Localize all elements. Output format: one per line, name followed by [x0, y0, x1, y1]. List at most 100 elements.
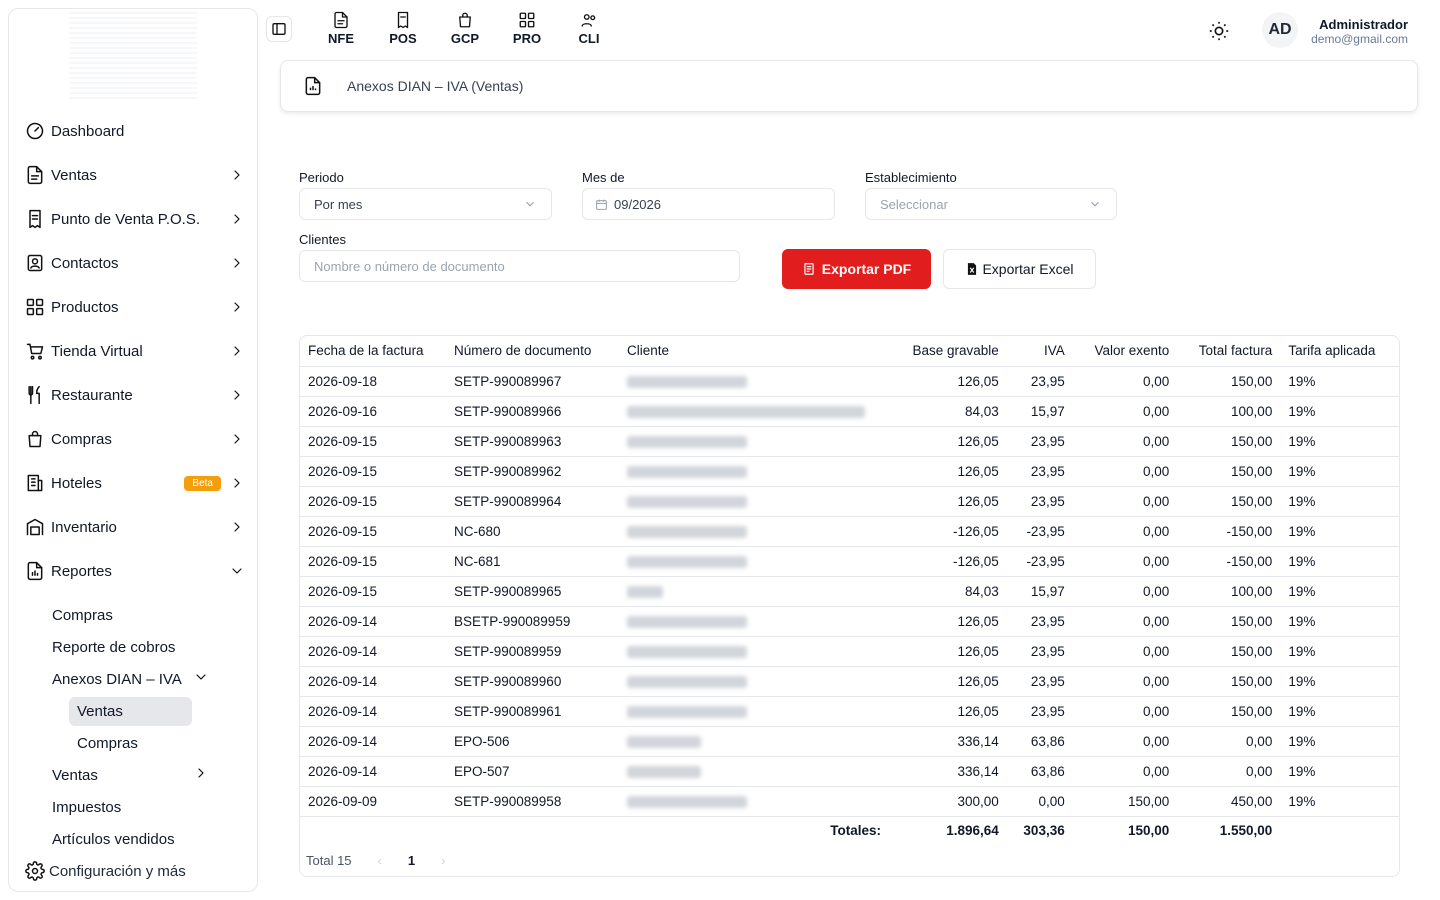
table-cell: -150,00 [1177, 546, 1281, 577]
redacted-client-name [627, 735, 701, 748]
table-row[interactable]: 2026-09-15 SETP-990089965 84,03 15,97 0,00 10… [300, 576, 1399, 607]
sidebar-item-label: Contactos [51, 254, 119, 272]
periodo-value: Por mes [314, 196, 363, 212]
table-cell: 126,05 [889, 456, 1007, 487]
table-cell: 150,00 [1177, 426, 1281, 457]
mes-date-picker[interactable]: 09/2026 [582, 188, 835, 220]
table-row[interactable]: 2026-09-15 NC-681 -126,05 -23,95 0,00 -150,00… [300, 546, 1399, 577]
module-gcp-button[interactable]: GCP [434, 11, 496, 46]
clientes-input[interactable]: Nombre o número de documento [299, 250, 740, 282]
table-row[interactable]: 2026-09-15 SETP-990089964 126,05 23,95 0,00 1… [300, 486, 1399, 517]
grid-icon [25, 297, 45, 317]
sidebar-item-config[interactable]: Configuración y más [25, 861, 186, 881]
chevron-right-icon [229, 475, 245, 491]
sidebar-item-tienda-virtual[interactable]: Tienda Virtual [9, 329, 257, 373]
next-page-button[interactable]: › [441, 853, 445, 868]
prev-page-button[interactable]: ‹ [378, 853, 382, 868]
module-pos-button[interactable]: POS [372, 11, 434, 46]
column-header[interactable]: IVA [1006, 336, 1073, 367]
table-row[interactable]: 2026-09-14 SETP-990089960 126,05 23,95 0,00 1… [300, 666, 1399, 697]
table-row[interactable]: 2026-09-14 BSETP-990089959 126,05 23,95 0,00… [300, 606, 1399, 637]
table-row[interactable]: 2026-09-15 NC-680 -126,05 -23,95 0,00 -150,00… [300, 516, 1399, 547]
sidebar-item-label: Hoteles [51, 474, 102, 492]
column-header[interactable]: Total factura [1177, 336, 1281, 367]
table-cell: 19% [1280, 756, 1399, 787]
sidebar-item-restaurante[interactable]: Restaurante [9, 373, 257, 417]
column-header[interactable]: Base gravable [889, 336, 1007, 367]
redacted-client-name [627, 465, 747, 478]
sidebar-item-reportes[interactable]: Reportes [9, 549, 257, 593]
table-row[interactable]: 2026-09-15 SETP-990089962 126,05 23,95 0,00 1… [300, 456, 1399, 487]
submenu-item-anexos-ventas[interactable]: Ventas [9, 695, 257, 727]
sidebar-item-contactos[interactable]: Contactos [9, 241, 257, 285]
chevron-right-icon [229, 387, 245, 403]
table-row[interactable]: 2026-09-14 SETP-990089959 126,05 23,95 0,00 1… [300, 636, 1399, 667]
theme-toggle-button[interactable] [1208, 20, 1230, 42]
sidebar-toggle-button[interactable] [266, 16, 292, 42]
table-row[interactable]: 2026-09-14 EPO-507 336,14 63,86 0,00 0,00 19% [300, 756, 1399, 787]
table-cell: 150,00 [1177, 456, 1281, 487]
utensils-icon [25, 385, 45, 405]
sidebar-item-ventas[interactable]: Ventas [9, 153, 257, 197]
column-header[interactable]: Tarifa aplicada [1280, 336, 1399, 367]
cliente-cell-redacted [619, 636, 889, 667]
table-row[interactable]: 2026-09-18 SETP-990089967 126,05 23,95 0,00 1… [300, 366, 1399, 397]
redacted-client-name [627, 375, 747, 388]
user-name: Administrador [1319, 17, 1408, 32]
table-cell: SETP-990089967 [446, 366, 619, 397]
submenu-label: Compras [52, 606, 113, 624]
column-header[interactable]: Fecha de la factura [300, 336, 446, 367]
table-row[interactable]: 2026-09-16 SETP-990089966 84,03 15,97 0,00 10… [300, 396, 1399, 427]
user-info[interactable]: Administrador demo@gmail.com [1311, 17, 1408, 46]
module-pro-button[interactable]: PRO [496, 11, 558, 46]
redacted-client-name [627, 675, 747, 688]
column-header[interactable]: Valor exento [1072, 336, 1178, 367]
table-cell: 2026-09-15 [300, 516, 446, 547]
table-cell: 19% [1280, 366, 1399, 397]
sidebar-item-inventario[interactable]: Inventario [9, 505, 257, 549]
table-cell: 63,86 [1006, 756, 1073, 787]
submenu-item-articulos-vendidos[interactable]: Artículos vendidos [9, 823, 257, 855]
establecimiento-select[interactable]: Seleccionar [865, 188, 1117, 220]
sidebar-item-hoteles[interactable]: Hoteles Beta [9, 461, 257, 505]
sidebar-item-compras[interactable]: Compras [9, 417, 257, 461]
table-row[interactable]: 2026-09-14 EPO-506 336,14 63,86 0,00 0,00 19% [300, 726, 1399, 757]
avatar[interactable]: AD [1262, 12, 1298, 48]
hotel-icon [25, 473, 45, 493]
module-nfe-button[interactable]: NFE [310, 11, 372, 46]
periodo-select[interactable]: Por mes [299, 188, 552, 220]
submenu-item-impuestos[interactable]: Impuestos [9, 791, 257, 823]
sidebar-item-label: Reportes [51, 562, 112, 580]
table-row[interactable]: 2026-09-15 SETP-990089963 126,05 23,95 0,00 1… [300, 426, 1399, 457]
table-cell: 150,00 [1177, 666, 1281, 697]
submenu-item-anexos-compras[interactable]: Compras [9, 727, 257, 759]
redacted-client-name [627, 705, 747, 718]
clientes-label: Clientes [299, 232, 346, 247]
module-cli-button[interactable]: CLI [558, 11, 620, 46]
table-cell: SETP-990089962 [446, 456, 619, 487]
table-cell: 23,95 [1006, 666, 1073, 697]
cart-icon [25, 341, 45, 361]
export-excel-button[interactable]: Exportar Excel [943, 249, 1096, 289]
sidebar-item-dashboard[interactable]: Dashboard [9, 109, 257, 153]
export-pdf-button[interactable]: Exportar PDF [782, 249, 931, 289]
redacted-client-name [627, 795, 747, 808]
submenu-item-compras[interactable]: Compras [9, 599, 257, 631]
table-row[interactable]: 2026-09-09 SETP-990089958 300,00 0,00 150,00… [300, 786, 1399, 817]
submenu-item-ventas[interactable]: Ventas [9, 759, 257, 791]
cliente-cell-redacted [619, 576, 889, 607]
pdf-file-icon [804, 263, 814, 275]
column-header[interactable]: Número de documento [446, 336, 619, 367]
table-row[interactable]: 2026-09-14 SETP-990089961 126,05 23,95 0,00 1… [300, 696, 1399, 727]
submenu-item-anexos-dian[interactable]: Anexos DIAN – IVA [9, 663, 257, 695]
sidebar-item-productos[interactable]: Productos [9, 285, 257, 329]
establecimiento-label: Establecimiento [865, 170, 957, 185]
table-cell: 126,05 [889, 606, 1007, 637]
table-cell: 2026-09-15 [300, 546, 446, 577]
sidebar-item-punto-de-venta-p-o-s[interactable]: Punto de Venta P.O.S. [9, 197, 257, 241]
current-page[interactable]: 1 [408, 853, 415, 868]
chevron-right-icon [229, 431, 245, 447]
total-base: 1.896,64 [946, 822, 999, 838]
submenu-item-reporte-cobros[interactable]: Reporte de cobros [9, 631, 257, 663]
column-header[interactable]: Cliente [619, 336, 889, 367]
